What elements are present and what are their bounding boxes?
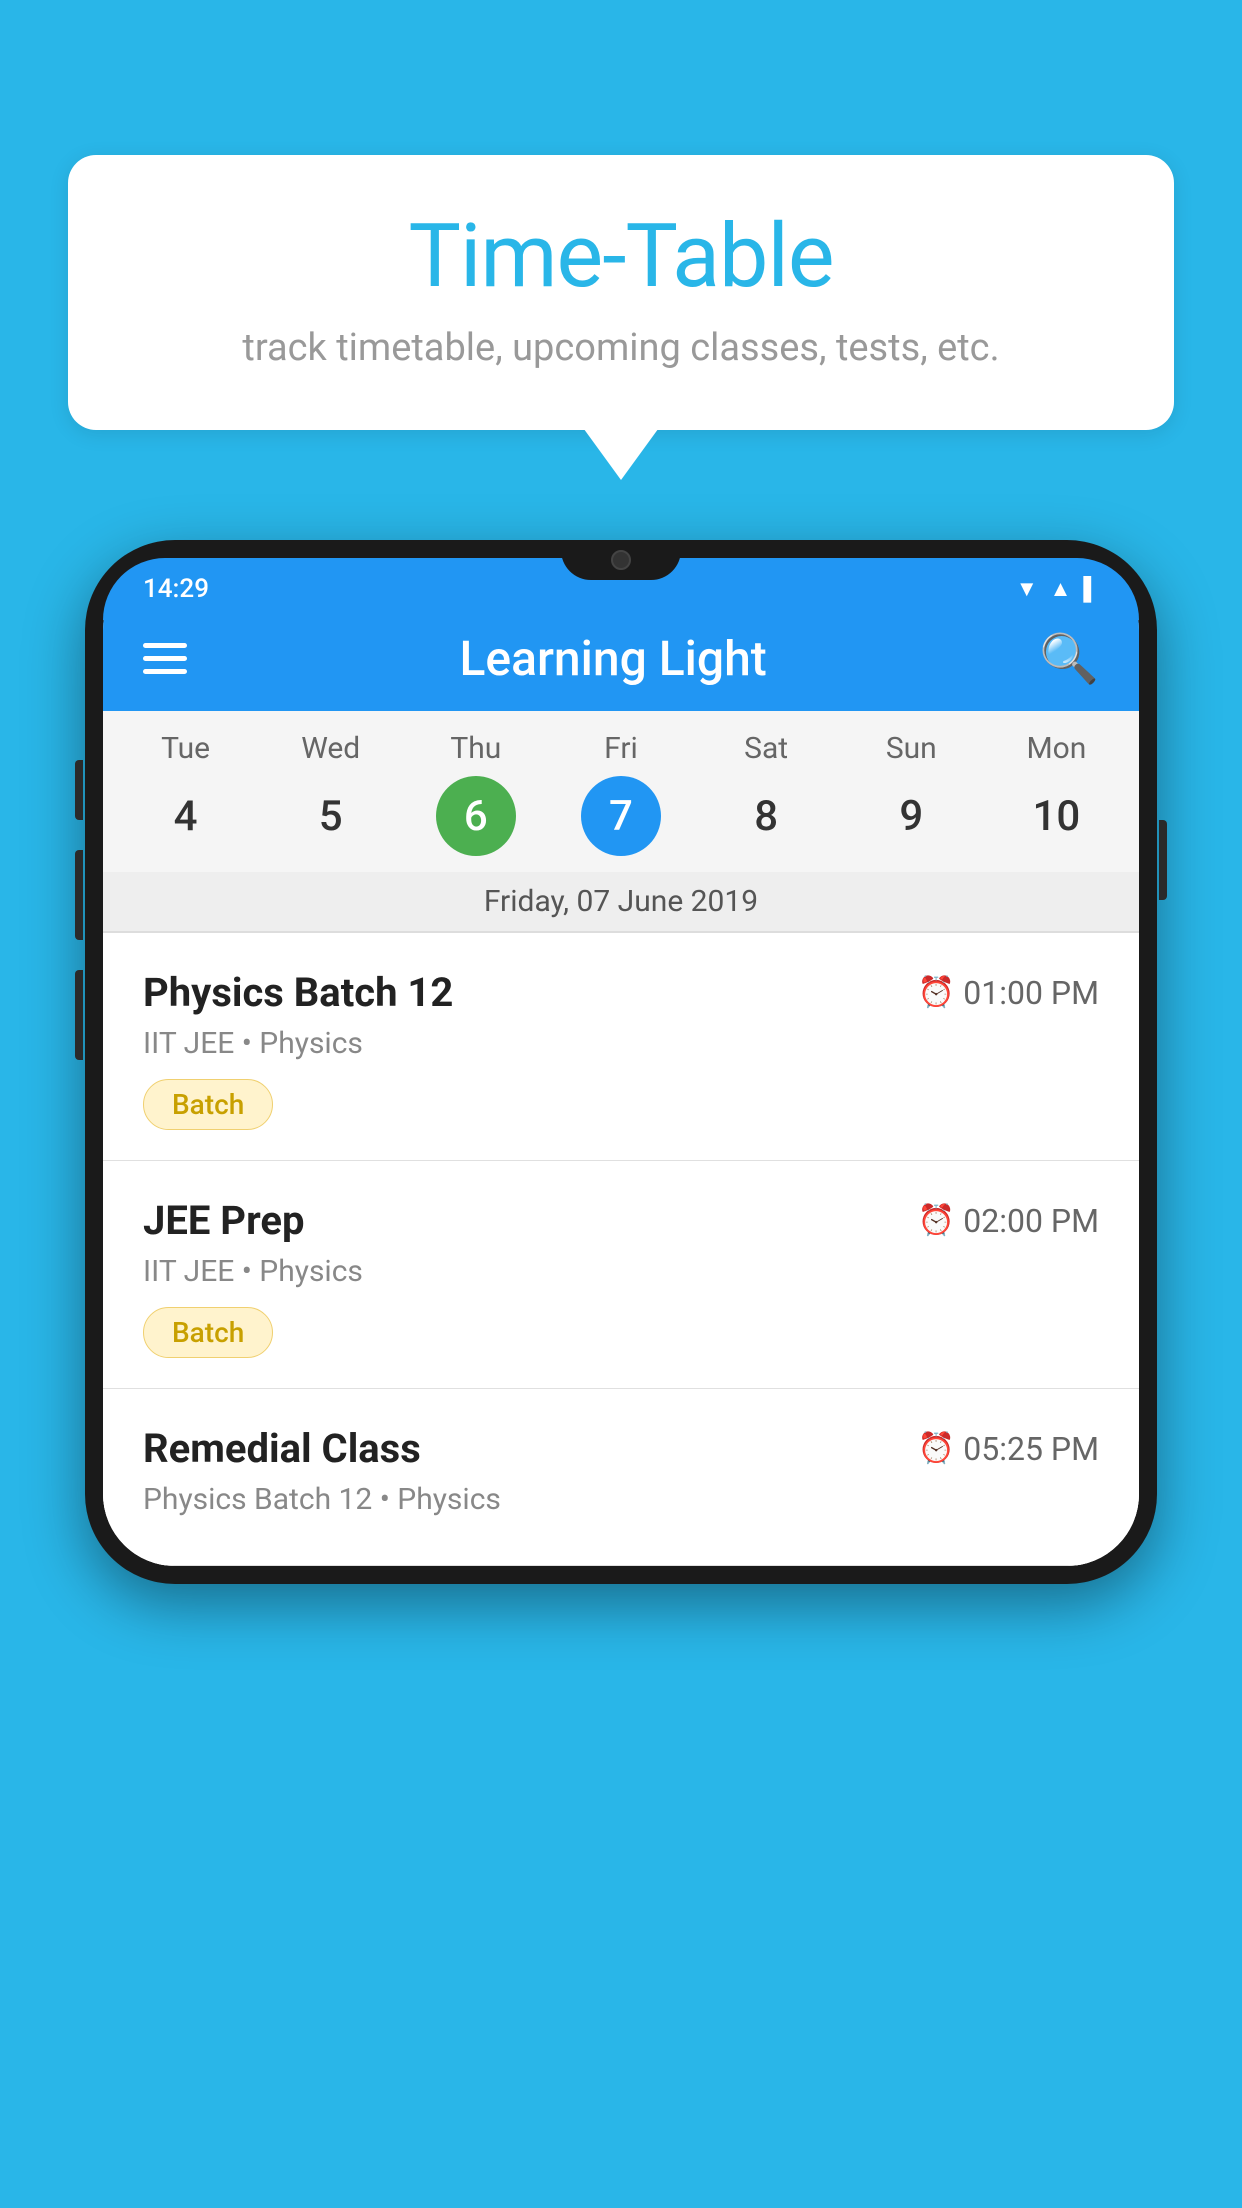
schedule-time-2: ⏰ 02:00 PM bbox=[918, 1202, 1099, 1240]
day-header-thu: Thu bbox=[403, 731, 548, 766]
schedule-item-3-row: Remedial Class ⏰ 05:25 PM bbox=[143, 1425, 1099, 1472]
schedule-subtitle-3: Physics Batch 12 • Physics bbox=[143, 1482, 1099, 1517]
day-8[interactable]: 8 bbox=[756, 776, 777, 856]
hamburger-line-1 bbox=[143, 643, 187, 648]
schedule-item-1[interactable]: Physics Batch 12 ⏰ 01:00 PM IIT JEE • Ph… bbox=[103, 933, 1139, 1161]
day-6-wrapper[interactable]: 6 bbox=[403, 776, 548, 856]
day-4-wrapper[interactable]: 4 bbox=[113, 776, 258, 856]
day-7-wrapper[interactable]: 7 bbox=[548, 776, 693, 856]
day-4[interactable]: 4 bbox=[175, 776, 196, 856]
status-time: 14:29 bbox=[143, 574, 209, 604]
schedule-item-2-row: JEE Prep ⏰ 02:00 PM bbox=[143, 1197, 1099, 1244]
day-9[interactable]: 9 bbox=[901, 776, 922, 856]
clock-icon-2: ⏰ bbox=[918, 1203, 955, 1238]
schedule-title-3: Remedial Class bbox=[143, 1425, 421, 1472]
phone-mockup: 14:29 ▼ ▲ ▌ Learning Light 🔍 bbox=[85, 540, 1157, 2208]
hamburger-line-3 bbox=[143, 669, 187, 674]
schedule-title-1: Physics Batch 12 bbox=[143, 969, 453, 1016]
clock-icon-1: ⏰ bbox=[918, 975, 955, 1010]
batch-tag-2: Batch bbox=[143, 1307, 273, 1358]
day-5[interactable]: 5 bbox=[320, 776, 341, 856]
schedule-item-1-row: Physics Batch 12 ⏰ 01:00 PM bbox=[143, 969, 1099, 1016]
power-button bbox=[1159, 820, 1167, 900]
search-icon[interactable]: 🔍 bbox=[1039, 630, 1099, 687]
bubble-title: Time-Table bbox=[128, 205, 1114, 308]
phone-outer: 14:29 ▼ ▲ ▌ Learning Light 🔍 bbox=[85, 540, 1157, 1584]
volume-up-button bbox=[75, 760, 83, 820]
front-camera bbox=[611, 550, 631, 570]
batch-tag-1: Batch bbox=[143, 1079, 273, 1130]
day-header-mon: Mon bbox=[984, 731, 1129, 766]
day-header-sun: Sun bbox=[839, 731, 984, 766]
schedule-time-value-1: 01:00 PM bbox=[963, 974, 1099, 1012]
schedule-subtitle-2: IIT JEE • Physics bbox=[143, 1254, 1099, 1289]
day-7-selected[interactable]: 7 bbox=[581, 776, 661, 856]
selected-date-label: Friday, 07 June 2019 bbox=[103, 872, 1139, 932]
battery-icon: ▌ bbox=[1083, 576, 1099, 602]
signal-icon: ▲ bbox=[1050, 576, 1072, 602]
day-9-wrapper[interactable]: 9 bbox=[839, 776, 984, 856]
day-10-wrapper[interactable]: 10 bbox=[984, 776, 1129, 856]
day-header-sat: Sat bbox=[694, 731, 839, 766]
day-header-wed: Wed bbox=[258, 731, 403, 766]
phone-notch bbox=[561, 540, 681, 580]
day-header-fri: Fri bbox=[548, 731, 693, 766]
schedule-item-2[interactable]: JEE Prep ⏰ 02:00 PM IIT JEE • Physics Ba… bbox=[103, 1161, 1139, 1389]
schedule-title-2: JEE Prep bbox=[143, 1197, 304, 1244]
day-6-today[interactable]: 6 bbox=[436, 776, 516, 856]
day-8-wrapper[interactable]: 8 bbox=[694, 776, 839, 856]
calendar-strip: Tue Wed Thu Fri Sat Sun Mon 4 5 bbox=[103, 711, 1139, 933]
silent-button bbox=[75, 970, 83, 1060]
clock-icon-3: ⏰ bbox=[918, 1431, 955, 1466]
hamburger-menu-button[interactable] bbox=[143, 643, 187, 674]
schedule-item-3[interactable]: Remedial Class ⏰ 05:25 PM Physics Batch … bbox=[103, 1389, 1139, 1566]
volume-down-button bbox=[75, 850, 83, 940]
day-headers: Tue Wed Thu Fri Sat Sun Mon bbox=[103, 731, 1139, 776]
day-10[interactable]: 10 bbox=[1046, 776, 1067, 856]
day-numbers: 4 5 6 7 8 9 bbox=[103, 776, 1139, 872]
day-5-wrapper[interactable]: 5 bbox=[258, 776, 403, 856]
schedule-time-value-3: 05:25 PM bbox=[963, 1430, 1099, 1468]
app-title: Learning Light bbox=[459, 630, 766, 687]
day-header-tue: Tue bbox=[113, 731, 258, 766]
bubble-subtitle: track timetable, upcoming classes, tests… bbox=[128, 326, 1114, 370]
schedule-time-1: ⏰ 01:00 PM bbox=[918, 974, 1099, 1012]
status-icons: ▼ ▲ ▌ bbox=[1016, 576, 1099, 602]
schedule-subtitle-1: IIT JEE • Physics bbox=[143, 1026, 1099, 1061]
speech-bubble: Time-Table track timetable, upcoming cla… bbox=[68, 155, 1174, 430]
hamburger-line-2 bbox=[143, 656, 187, 661]
schedule-time-3: ⏰ 05:25 PM bbox=[918, 1430, 1099, 1468]
wifi-icon: ▼ bbox=[1016, 576, 1038, 602]
schedule-time-value-2: 02:00 PM bbox=[963, 1202, 1099, 1240]
schedule-list: Physics Batch 12 ⏰ 01:00 PM IIT JEE • Ph… bbox=[103, 933, 1139, 1566]
phone-screen: 14:29 ▼ ▲ ▌ Learning Light 🔍 bbox=[103, 558, 1139, 1566]
